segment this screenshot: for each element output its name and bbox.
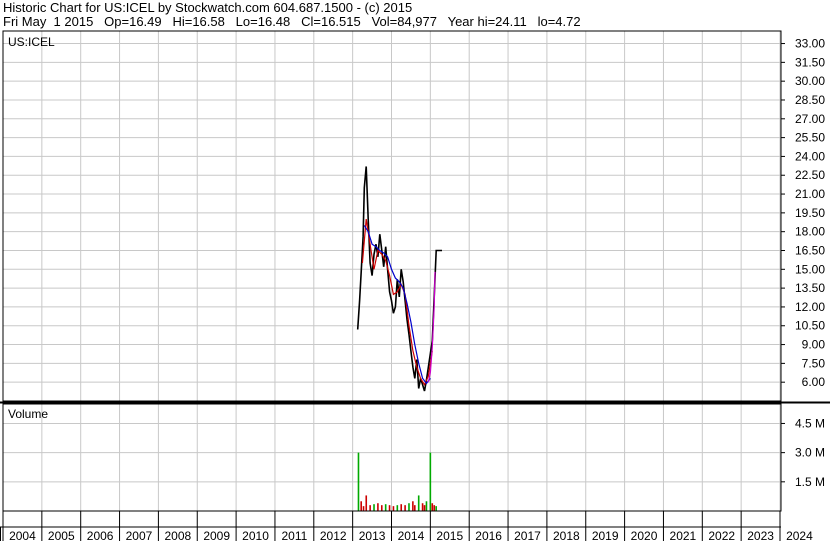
price-y-tick-label: 33.00 bbox=[795, 37, 825, 51]
volume-bar bbox=[433, 505, 436, 511]
x-tick-label: 2019 bbox=[592, 529, 619, 543]
volume-bar bbox=[369, 505, 371, 511]
price-y-tick-label: 16.50 bbox=[795, 243, 825, 257]
volume-bar bbox=[435, 506, 437, 511]
volume-bar bbox=[357, 452, 360, 511]
x-tick-label: 2021 bbox=[670, 529, 697, 543]
price-y-tick-label: 24.00 bbox=[795, 149, 825, 163]
volume-y-tick-label: 3.0 M bbox=[795, 446, 825, 460]
volume-bar bbox=[396, 505, 399, 511]
x-tick-label: 2013 bbox=[359, 529, 386, 543]
price-y-tick-label: 10.50 bbox=[795, 319, 825, 333]
price-y-tick-label: 27.00 bbox=[795, 112, 825, 126]
x-tick-label: 2016 bbox=[475, 529, 502, 543]
price-panel-title: US:ICEL bbox=[8, 35, 55, 49]
x-tick-label: 2022 bbox=[708, 529, 735, 543]
volume-bar bbox=[423, 505, 426, 511]
x-tick-label: 2020 bbox=[631, 529, 658, 543]
volume-bar bbox=[408, 503, 410, 511]
volume-bar bbox=[404, 505, 406, 511]
volume-bar bbox=[388, 505, 391, 511]
price-y-tick-label: 9.00 bbox=[802, 338, 826, 352]
x-tick-label: 2024 bbox=[786, 529, 813, 543]
volume-bar bbox=[362, 506, 365, 511]
volume-bar bbox=[429, 452, 432, 511]
volume-y-tick-label: 1.5 M bbox=[795, 475, 825, 489]
price-volume-chart: 2004 2005 2006 2007 2008 2009 2010 2011 2012 2013… bbox=[0, 30, 830, 543]
volume-bar bbox=[421, 503, 424, 511]
volume-bar bbox=[373, 504, 375, 511]
x-tick-label: 2010 bbox=[242, 529, 269, 543]
price-y-tick-label: 19.50 bbox=[795, 206, 825, 220]
volume-bar bbox=[392, 506, 395, 511]
x-tick-label: 2023 bbox=[747, 529, 774, 543]
price-y-tick-label: 31.50 bbox=[795, 55, 825, 69]
x-tick-label: 2006 bbox=[87, 529, 114, 543]
volume-bar bbox=[431, 503, 434, 511]
volume-bar bbox=[414, 505, 416, 511]
x-tick-label: 2005 bbox=[48, 529, 75, 543]
price-y-tick-label: 28.50 bbox=[795, 93, 825, 107]
x-tick-label: 2014 bbox=[398, 529, 425, 543]
x-tick-label: 2011 bbox=[281, 529, 307, 543]
volume-bar bbox=[384, 504, 387, 511]
volume-bar bbox=[377, 503, 379, 511]
price-series-line-0 bbox=[356, 166, 442, 392]
price-y-tick-label: 13.50 bbox=[795, 281, 825, 295]
price-y-tick-label: 15.00 bbox=[795, 262, 825, 276]
volume-y-tick-label: 4.5 M bbox=[795, 416, 825, 430]
x-tick-label: 2009 bbox=[203, 529, 230, 543]
price-y-tick-label: 18.00 bbox=[795, 225, 825, 239]
price-y-tick-label: 6.00 bbox=[802, 375, 826, 389]
volume-bar bbox=[417, 495, 420, 511]
volume-bar bbox=[400, 504, 403, 511]
x-tick-label: 2012 bbox=[320, 529, 347, 543]
volume-bar bbox=[380, 505, 383, 511]
x-tick-label: 2017 bbox=[514, 529, 541, 543]
x-tick-label: 2018 bbox=[553, 529, 580, 543]
price-y-tick-label: 22.50 bbox=[795, 168, 825, 182]
volume-bar bbox=[365, 495, 368, 511]
price-y-tick-label: 12.00 bbox=[795, 300, 825, 314]
x-tick-label: 2008 bbox=[164, 529, 191, 543]
x-tick-label: 2015 bbox=[436, 529, 463, 543]
price-series-line-1 bbox=[361, 219, 433, 386]
x-tick-label: 2004 bbox=[9, 529, 36, 543]
volume-bar bbox=[412, 501, 414, 511]
price-y-tick-label: 21.00 bbox=[795, 187, 825, 201]
volume-bar bbox=[425, 501, 428, 511]
volume-bar bbox=[360, 501, 362, 511]
price-y-tick-label: 7.50 bbox=[802, 356, 826, 370]
price-y-tick-label: 30.00 bbox=[795, 74, 825, 88]
volume-panel-title: Volume bbox=[8, 407, 48, 421]
price-y-tick-label: 25.50 bbox=[795, 131, 825, 145]
x-tick-label: 2007 bbox=[126, 529, 153, 543]
